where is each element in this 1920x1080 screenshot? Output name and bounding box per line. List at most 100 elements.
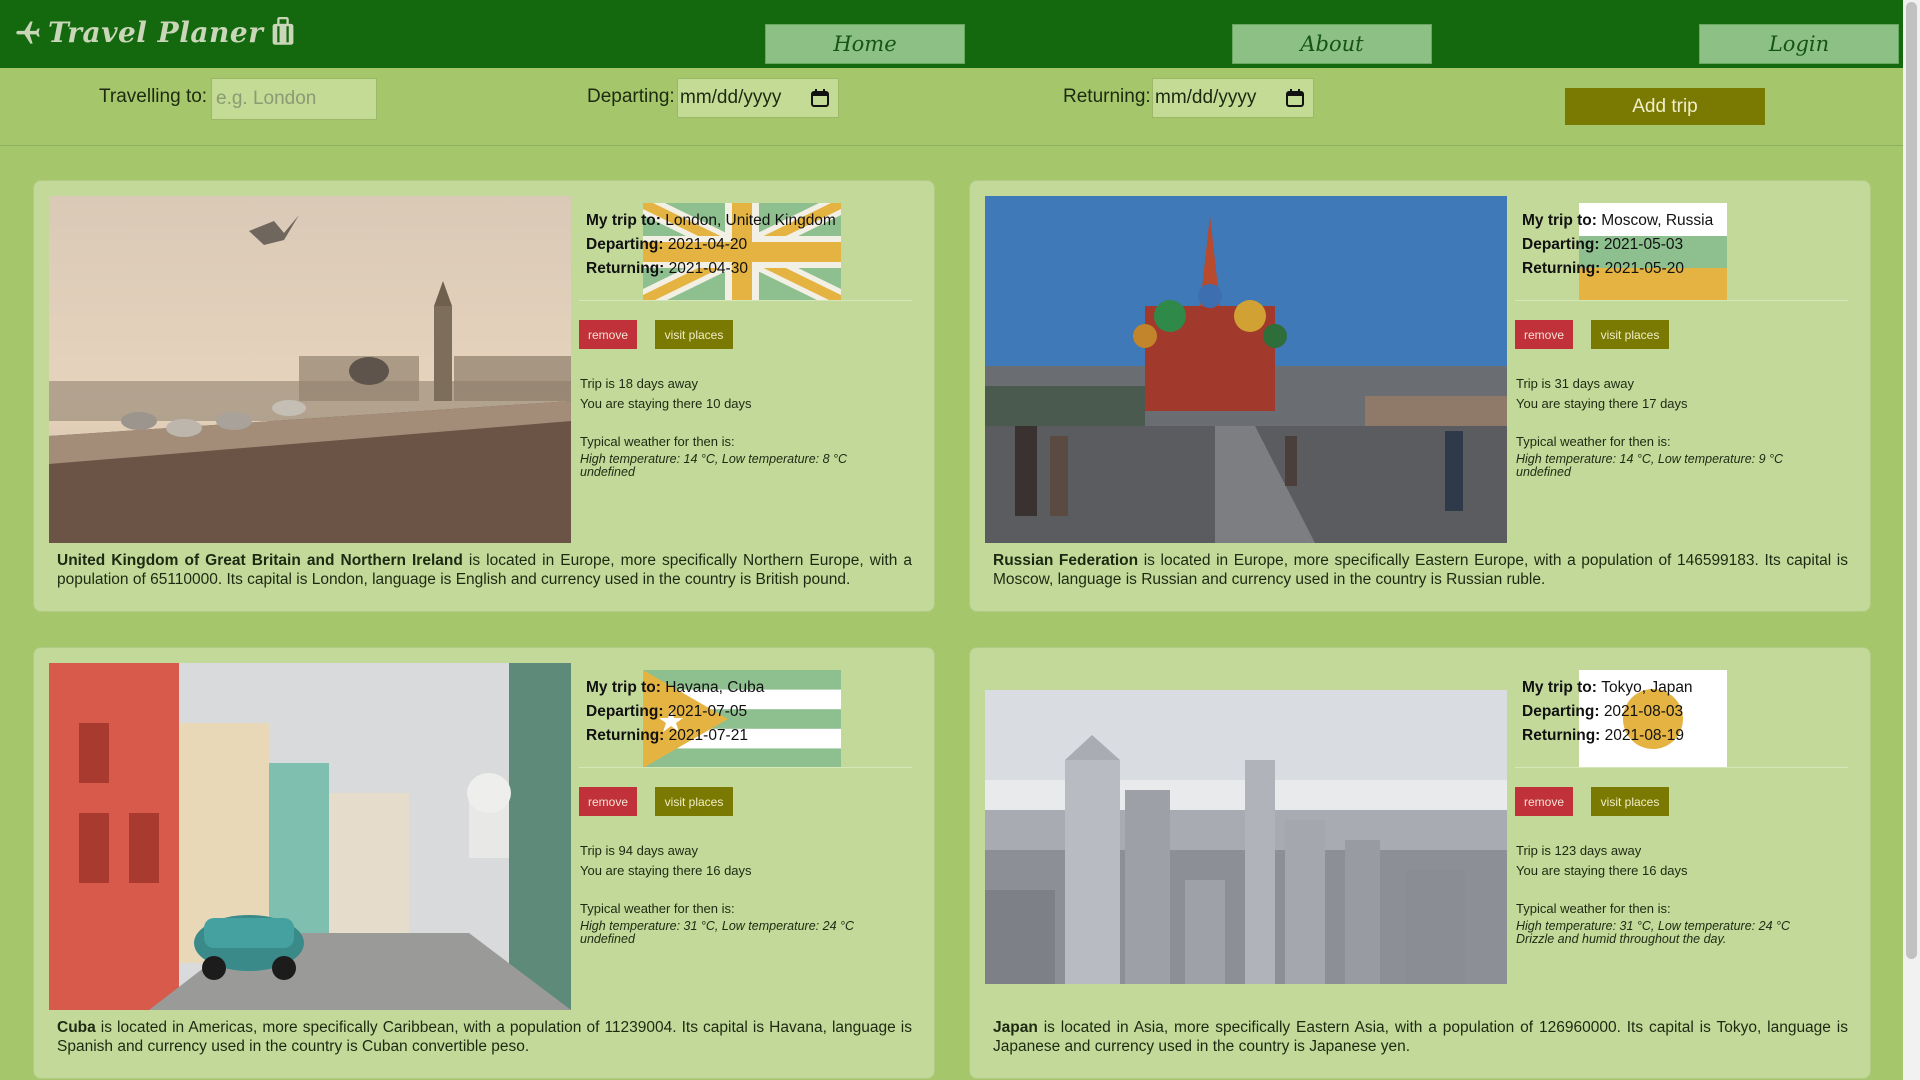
days-away: Trip is 31 days away [1516,376,1635,391]
departing-label: Departing: [586,236,664,253]
trip-returning: 2021-07-21 [668,727,748,744]
country-description: Russian Federation is located in Europe,… [993,551,1848,589]
divider [579,767,912,768]
days-staying: You are staying there 16 days [1516,863,1688,878]
destination-photo [985,196,1507,543]
destination-photo [49,663,571,1010]
trip-card: My trip to: London, United Kingdom Depar… [33,180,935,612]
visit-places-button[interactable]: visit places [1591,787,1669,816]
returning-label: Returning: [586,727,665,744]
trip-returning: 2021-04-30 [668,260,748,277]
trip-label: My trip to: [586,679,661,696]
trip-info: My trip to: Tokyo, Japan Departing: 2021… [1522,676,1693,748]
days-away: Trip is 94 days away [580,843,699,858]
trip-info: My trip to: Havana, Cuba Departing: 2021… [586,676,764,748]
trip-label: My trip to: [1522,212,1597,229]
country-description: United Kingdom of Great Britain and Nort… [57,551,912,589]
returning-date-input[interactable]: mm/dd/yyyy [1152,78,1314,118]
trip-destination: London, United Kingdom [665,212,836,229]
divider [1515,300,1848,301]
weather-heading: Typical weather for then is: [1516,434,1671,449]
trip-meta: Trip is 123 days away You are staying th… [1516,841,1688,919]
trip-label: My trip to: [1522,679,1597,696]
country-description: Cuba is located in Americas, more specif… [57,1018,912,1056]
departing-date-value: mm/dd/yyyy [680,87,782,108]
trip-info: My trip to: London, United Kingdom Depar… [586,209,836,281]
weather-heading: Typical weather for then is: [1516,901,1671,916]
trip-meta: Trip is 31 days away You are staying the… [1516,374,1688,452]
country-name: Cuba [57,1019,96,1036]
weather-info: High temperature: 31 °C, Low temperature… [580,920,910,946]
trip-meta: Trip is 18 days away You are staying the… [580,374,752,452]
days-staying: You are staying there 16 days [580,863,752,878]
departing-label: Departing: [586,703,664,720]
trip-card: My trip to: Moscow, Russia Departing: 20… [969,180,1871,612]
trip-destination: Moscow, Russia [1601,212,1714,229]
top-navbar: Travel Planer Home About Login [0,0,1903,68]
returning-label: Returning: [1522,727,1601,744]
divider [1515,767,1848,768]
remove-button[interactable]: remove [579,320,637,349]
trip-card: My trip to: Tokyo, Japan Departing: 2021… [969,647,1871,1079]
trip-departing: 2021-05-03 [1603,236,1684,253]
visit-places-button[interactable]: visit places [655,320,733,349]
days-away: Trip is 18 days away [580,376,699,391]
trip-departing: 2021-04-20 [667,236,748,253]
travelling-label: Travelling to: [99,86,208,107]
nav-about[interactable]: About [1232,24,1432,64]
country-details: is located in Americas, more specificall… [57,1019,912,1055]
visit-places-button[interactable]: visit places [1591,320,1669,349]
nav-home[interactable]: Home [765,24,965,64]
trip-label: My trip to: [586,212,661,229]
trip-meta: Trip is 94 days away You are staying the… [580,841,752,919]
returning-label: Returning: [1522,260,1601,277]
departing-label: Departing: [587,86,675,107]
weather-info: High temperature: 14 °C, Low temperature… [580,453,910,479]
weather-desc: undefined [580,465,635,479]
weather-desc: Drizzle and humid throughout the day. [1516,932,1727,946]
trip-departing: 2021-07-05 [667,703,748,720]
weather-info: High temperature: 31 °C, Low temperature… [1516,920,1846,946]
trip-info: My trip to: Moscow, Russia Departing: 20… [1522,209,1713,281]
add-trip-button[interactable]: Add trip [1565,88,1765,125]
trip-destination: Tokyo, Japan [1601,679,1693,696]
departing-label: Departing: [1522,703,1600,720]
visit-places-button[interactable]: visit places [655,787,733,816]
departing-label: Departing: [1522,236,1600,253]
scrollbar-thumb[interactable] [1906,2,1917,959]
app-title: Travel Planer [48,15,264,49]
returning-label: Returning: [586,260,665,277]
weather-desc: undefined [580,932,635,946]
returning-date-value: mm/dd/yyyy [1155,87,1257,108]
weather-desc: undefined [1516,465,1571,479]
destination-photo [985,690,1507,984]
calendar-icon[interactable] [1285,88,1305,108]
days-staying: You are staying there 10 days [580,396,752,411]
weather-heading: Typical weather for then is: [580,901,735,916]
calendar-icon[interactable] [810,88,830,108]
weather-info: High temperature: 14 °C, Low temperature… [1516,453,1846,479]
trip-destination: Havana, Cuba [665,679,765,696]
days-staying: You are staying there 17 days [1516,396,1688,411]
suitcase-icon [273,17,294,45]
weather-heading: Typical weather for then is: [580,434,735,449]
trip-card: My trip to: Havana, Cuba Departing: 2021… [33,647,935,1079]
app-logo[interactable]: Travel Planer [14,12,297,52]
days-away: Trip is 123 days away [1516,843,1642,858]
trip-returning: 2021-05-20 [1604,260,1684,277]
airplane-icon [16,21,40,44]
country-name: United Kingdom of Great Britain and Nort… [57,552,463,569]
country-name: Russian Federation [993,552,1139,569]
destination-photo [49,196,571,543]
returning-label: Returning: [1063,86,1151,107]
trip-returning: 2021-08-19 [1604,727,1684,744]
destination-input[interactable]: e.g. London [211,78,377,120]
nav-login[interactable]: Login [1699,24,1899,64]
remove-button[interactable]: remove [1515,320,1573,349]
remove-button[interactable]: remove [579,787,637,816]
country-details: is located in Asia, more specifically Ea… [993,1019,1848,1055]
departing-date-input[interactable]: mm/dd/yyyy [677,78,839,118]
remove-button[interactable]: remove [1515,787,1573,816]
country-name: Japan [993,1019,1038,1036]
country-description: Japan is located in Asia, more specifica… [993,1018,1848,1056]
